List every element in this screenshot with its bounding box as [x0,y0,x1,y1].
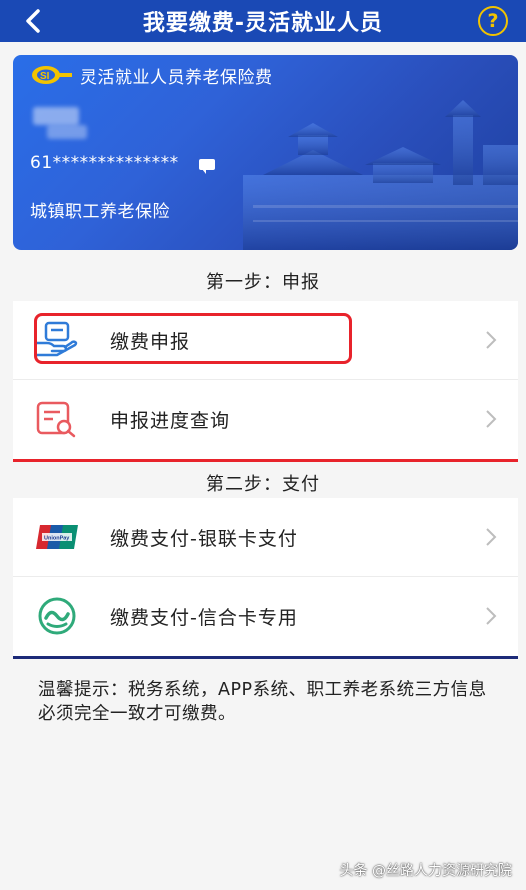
list-item-xinhe-payment[interactable]: 缴费支付-信合卡专用 [13,576,518,654]
masked-name-secondary [47,125,87,139]
step-two-panel: UnionPay 缴费支付-银联卡支付 缴费支付-信合卡专用 [13,498,518,659]
card-title: 灵活就业人员养老保险费 [80,68,273,88]
help-button[interactable]: ? [478,6,508,36]
list-item-unionpay-payment[interactable]: UnionPay 缴费支付-银联卡支付 [13,498,518,576]
highlight-annotation [34,313,352,364]
list-item-label: 缴费支付-信合卡专用 [110,607,298,629]
panel-divider [13,459,518,462]
chevron-right-icon [486,607,497,625]
unionpay-icon: UnionPay [35,516,79,558]
chevron-right-icon [486,528,497,546]
step-one-label: 第一步：申报 [206,272,320,293]
watermark: 头条 @丝路人力资源研究院 [339,863,512,879]
list-item-declaration-progress[interactable]: 申报进度查询 [13,379,518,457]
show-number-icon[interactable] [199,159,215,174]
xinhe-card-icon [35,595,79,637]
step-two-label: 第二步：支付 [206,474,320,495]
page-title: 我要缴费-灵活就业人员 [142,11,384,36]
chevron-right-icon [486,410,497,428]
svg-text:UnionPay: UnionPay [44,536,70,542]
list-item-label: 缴费支付-银联卡支付 [110,528,298,550]
social-security-logo-icon: SI [32,66,72,84]
chevron-right-icon [486,331,497,349]
chevron-left-icon [26,9,40,33]
svg-text:SI: SI [40,71,50,82]
list-item-label: 申报进度查询 [110,410,231,432]
insurance-type: 城镇职工养老保险 [30,202,170,222]
warm-tip: 温馨提示：税务系统，APP系统、职工养老系统三方信息必须完全一致才可缴费。 [38,680,487,724]
progress-query-icon [35,398,79,440]
insurance-card: SI 灵活就业人员养老保险费 61************** 城镇职工养老保险 [13,55,518,250]
masked-name [33,107,79,125]
back-button[interactable] [18,6,48,36]
panel-divider [13,656,518,659]
card-number: 61************** [30,153,179,173]
top-bar: 我要缴费-灵活就业人员 ? [0,0,526,42]
